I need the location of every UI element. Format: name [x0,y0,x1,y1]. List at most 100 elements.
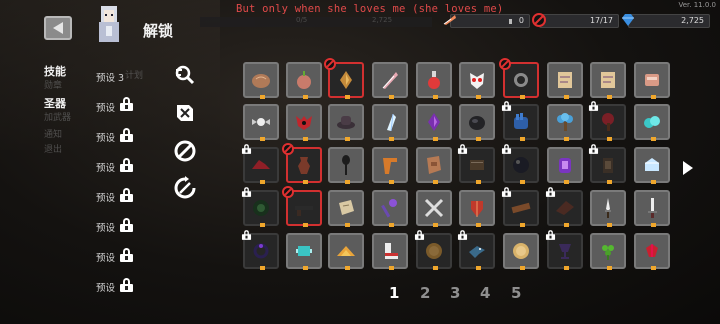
relic-slot-red-tree[interactable] [588,101,626,141]
category-relics[interactable]: 圣器 [44,95,66,111]
banned-icon [499,58,511,70]
preset-slot-3[interactable]: 预设 [96,130,115,144]
relic-slot-purple-chalice[interactable] [545,230,583,270]
relic-slot-plank[interactable] [501,187,539,227]
red-demon-icon [296,116,312,130]
relic-slot-meat[interactable] [634,62,670,99]
sort-icon[interactable] [173,101,197,125]
relic-slot-blue-tree[interactable] [547,104,583,141]
relic-slot-wing[interactable] [545,187,583,227]
relic-slot-leather[interactable] [416,147,452,184]
relic-slot-scroll[interactable] [590,62,626,99]
book-icon [470,160,484,170]
relic-slot-hat[interactable] [328,104,364,141]
relic-slot-orange-boomerang[interactable] [372,147,408,184]
rarity-dot [260,223,265,227]
relic-slot-red-hat[interactable] [241,144,279,184]
purple-gem-icon [428,113,440,131]
relic-slot-purple-lantern[interactable] [547,147,583,184]
golden-pile-icon [337,246,355,256]
back-button[interactable] [44,16,72,40]
relic-slot-dagger[interactable] [590,190,626,227]
lock-icon [120,188,133,202]
relic-slot-feather[interactable] [372,62,408,99]
relic-slot-gold-coin[interactable] [503,233,539,270]
relic-slot-onion[interactable] [286,62,322,99]
relic-slot-green-orb[interactable] [241,187,279,227]
rarity-dot [607,95,612,99]
relic-slot-golden-pile[interactable] [328,233,364,270]
relic-slot-purple-gem[interactable] [416,104,452,141]
relic-slot-bird[interactable] [457,230,495,270]
relic-slot-purple-ring[interactable] [241,230,279,270]
relic-slot-spoon[interactable] [328,147,364,184]
preset-slot-5[interactable]: 预设 [96,190,115,204]
preset-slot-1[interactable]: 预设 3 [96,70,124,84]
next-page-arrow[interactable] [683,161,693,175]
rarity-dot [476,266,481,270]
rarity-dot [520,266,525,270]
relic-slot-red-gem[interactable] [634,233,670,270]
spoon-icon [342,155,350,175]
relic-slot-sword[interactable] [634,190,670,227]
relic-slot-stone[interactable] [459,104,495,141]
relic-slot-crossed-swords[interactable] [416,190,452,227]
rarity-dot [303,95,308,99]
relic-slot-bread[interactable] [243,62,279,99]
relic-slot-candy[interactable] [243,104,279,141]
relic-slot-lantern[interactable] [588,144,626,184]
relic-slot-bronze-coin[interactable] [414,230,452,270]
page-title: 解锁 [143,22,174,40]
preset-slot-2[interactable]: 预设 [96,100,115,114]
rarity-dot [520,223,525,227]
ice-cube-icon [645,158,659,171]
relic-slot-amber[interactable] [324,58,364,99]
lock-icon [120,158,133,172]
page-1[interactable]: 1 [389,284,399,302]
rarity-dot [651,266,656,270]
relic-slot-mask[interactable] [459,62,495,99]
rarity-dot [260,180,265,184]
purple-lantern-icon [559,158,571,173]
rarity-dot [433,266,438,270]
relic-slot-blue-gauntlet[interactable] [501,101,539,141]
preset-slot-8[interactable]: 预设 [96,280,115,294]
page-3[interactable]: 3 [450,284,460,302]
relic-slot-book[interactable] [457,144,495,184]
lock-icon [501,144,512,154]
rarity-dot [260,137,265,141]
relic-slot-cyan-coins[interactable] [634,104,670,141]
relic-slot-green-clover[interactable] [590,233,626,270]
relic-slot-boot[interactable] [372,233,408,270]
reset-icon[interactable] [173,176,197,200]
rarity-dot [389,95,394,99]
relic-slot-ice-cube[interactable] [634,147,670,184]
relic-slot-paper[interactable] [328,190,364,227]
red-tree-icon [602,113,614,131]
preset-slot-7[interactable]: 预设 [96,250,115,264]
scroll-icon [601,72,615,88]
relic-slot-gun[interactable] [282,186,322,227]
page-5[interactable]: 5 [511,284,521,302]
relic-slot-skull-ring[interactable] [499,58,539,99]
relic-slot-cyan-gadget[interactable] [286,233,322,270]
page-4[interactable]: 4 [480,284,490,302]
lock-icon [241,144,252,154]
relic-slot-red-shield[interactable] [459,190,495,227]
ban-all-icon[interactable] [173,139,197,163]
relic-slot-dark-orb[interactable] [501,144,539,184]
preset-slot-4[interactable]: 预设 [96,160,115,174]
relic-slot-staff[interactable] [372,190,408,227]
relic-slot-potion-red[interactable] [416,62,452,99]
preset-slot-6[interactable]: 预设 [96,220,115,234]
search-filter-icon[interactable] [173,63,197,87]
relic-slot-crystal[interactable] [372,104,408,141]
category-skills[interactable]: 技能 [44,63,66,79]
background-label-2: 加武器 [44,113,72,123]
relic-slot-scroll[interactable] [547,62,583,99]
page-2[interactable]: 2 [420,284,430,302]
feather-resource: 0 [443,14,530,28]
relic-slot-red-demon[interactable] [286,104,322,141]
relic-slot-vase[interactable] [282,143,322,184]
rarity-dot [303,137,308,141]
